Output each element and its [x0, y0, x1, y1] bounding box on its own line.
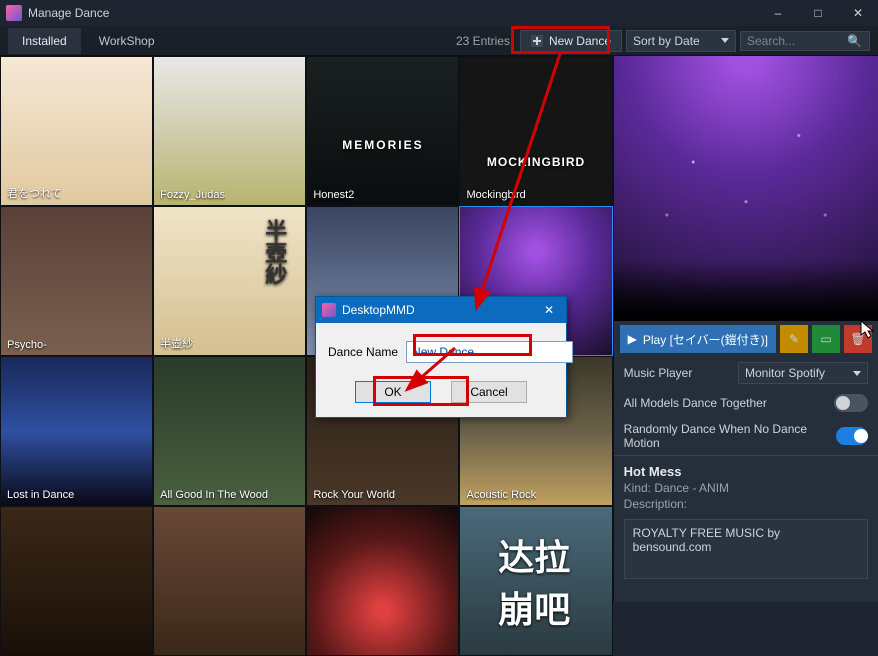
detail-description: ROYALTY FREE MUSIC by bensound.com	[624, 519, 868, 579]
dance-tile-caption: All Good In The Wood	[160, 489, 268, 501]
dance-name-label: Dance Name	[328, 345, 398, 359]
search-box[interactable]: 🔍	[740, 31, 870, 51]
maximize-button[interactable]: □	[798, 0, 838, 26]
music-player-select[interactable]: Monitor Spotify	[738, 362, 868, 384]
dialog-title: DesktopMMD	[342, 303, 532, 317]
preview-image	[614, 56, 878, 321]
dialog-close-button[interactable]: ✕	[538, 303, 560, 317]
detail-kind: Kind: Dance - ANIM	[624, 481, 868, 495]
random-dance-toggle[interactable]	[836, 427, 868, 445]
dance-tile[interactable]: All Good In The Wood	[153, 356, 306, 506]
entries-count: 23 Entries	[456, 34, 510, 48]
dance-tile-caption: Rock Your World	[313, 489, 395, 501]
music-player-value: Monitor Spotify	[745, 366, 825, 380]
new-dance-dialog: DesktopMMD ✕ Dance Name OK Cancel	[315, 296, 567, 418]
dance-tile[interactable]	[0, 506, 153, 656]
dance-tile[interactable]: MEMORIESHonest2	[306, 56, 459, 206]
music-player-label: Music Player	[624, 366, 693, 380]
dance-tile-caption: 半壺紗	[160, 335, 193, 351]
dance-tile[interactable]: Lost in Dance	[0, 356, 153, 506]
dialog-app-icon	[322, 303, 336, 317]
play-label: Play [セイバー(鎧付き)]	[643, 331, 768, 348]
tab-installed[interactable]: Installed	[8, 28, 81, 54]
ok-button[interactable]: OK	[355, 381, 431, 403]
dance-tile[interactable]: 达拉崩吧	[459, 506, 612, 656]
dance-tile[interactable]	[306, 506, 459, 656]
play-icon: ▶	[628, 332, 637, 346]
dance-together-toggle[interactable]	[834, 394, 868, 412]
pencil-icon: ✎	[789, 332, 799, 346]
edit-button[interactable]: ✎	[780, 325, 808, 353]
chevron-down-icon	[721, 38, 729, 43]
minimize-button[interactable]: –	[758, 0, 798, 26]
folder-icon: ▭	[820, 332, 831, 346]
dance-tile-caption: Honest2	[313, 189, 354, 201]
sort-dropdown[interactable]: Sort by Date	[626, 30, 736, 52]
dance-tile[interactable]: Fozzy_Judas	[153, 56, 306, 206]
new-dance-label: New Dance	[549, 34, 611, 48]
dance-tile[interactable]: 半壺紗半壺紗	[153, 206, 306, 356]
window-title: Manage Dance	[28, 6, 758, 20]
search-input[interactable]	[747, 34, 847, 48]
preview-panel: ▶ Play [セイバー(鎧付き)] ✎ ▭ 🗑 Music Player Mo…	[613, 56, 878, 602]
dance-tile-caption: Mockingbird	[466, 189, 525, 201]
titlebar: Manage Dance – □ ✕	[0, 0, 878, 26]
dance-name-input[interactable]	[406, 341, 573, 363]
plus-icon	[531, 35, 543, 47]
dance-tile-caption: Acoustic Rock	[466, 489, 536, 501]
dance-tile-caption: 君をつれて	[7, 185, 62, 201]
dance-tile-caption: Lost in Dance	[7, 489, 74, 501]
trash-icon: 🗑	[850, 332, 865, 346]
dance-tile-caption: Psycho-	[7, 339, 47, 351]
sort-label: Sort by Date	[633, 34, 700, 48]
tab-workshop[interactable]: WorkShop	[85, 28, 169, 54]
dance-tile[interactable]: MOCKINGBIRDMockingbird	[459, 56, 612, 206]
detail-name: Hot Mess	[624, 464, 868, 479]
dance-tile[interactable]: 君をつれて	[0, 56, 153, 206]
close-button[interactable]: ✕	[838, 0, 878, 26]
new-dance-button[interactable]: New Dance	[520, 30, 622, 52]
chevron-down-icon	[853, 371, 861, 376]
detail-desc-label: Description:	[624, 497, 868, 511]
play-button[interactable]: ▶ Play [セイバー(鎧付き)]	[620, 325, 776, 353]
random-dance-label: Randomly Dance When No Dance Motion	[624, 422, 836, 450]
app-icon	[6, 5, 22, 21]
search-icon: 🔍	[847, 34, 862, 48]
toolbar: Installed WorkShop 23 Entries New Dance …	[0, 26, 878, 56]
delete-button[interactable]: 🗑	[844, 325, 872, 353]
dance-tile[interactable]: Psycho-	[0, 206, 153, 356]
open-folder-button[interactable]: ▭	[812, 325, 840, 353]
dance-tile[interactable]	[153, 506, 306, 656]
dance-tile-caption: Fozzy_Judas	[160, 189, 225, 201]
cancel-button[interactable]: Cancel	[451, 381, 527, 403]
dance-together-label: All Models Dance Together	[624, 396, 767, 410]
